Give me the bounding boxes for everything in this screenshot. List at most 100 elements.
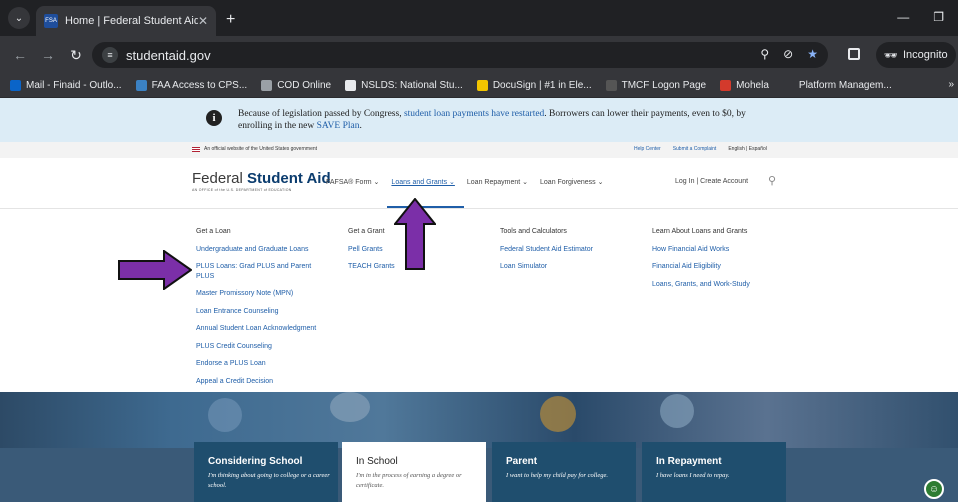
bookmark-item[interactable]: FAA Access to CPS...: [135, 80, 247, 91]
menu-link[interactable]: How Financial Aid Works: [652, 241, 792, 259]
annotation-arrow-up: [394, 198, 436, 270]
nav-loan-repayment[interactable]: Loan Repayment ⌄: [467, 178, 528, 186]
bookmarks-bar: Mail - Finaid - Outlo... FAA Access to C…: [0, 74, 958, 98]
card-subtitle: I'm thinking about going to college or a…: [208, 472, 330, 489]
nav-fafsa-form[interactable]: FAFSA® Form ⌄: [326, 178, 379, 186]
side-panel-icon[interactable]: [848, 48, 860, 60]
bookmark-favicon-icon: [261, 80, 273, 91]
eye-off-icon[interactable]: ⊘: [783, 47, 793, 61]
column-heading: Get a Loan: [196, 228, 231, 235]
menu-link[interactable]: Financial Aid Eligibility: [652, 258, 792, 276]
menu-link[interactable]: Loan Simulator: [500, 258, 630, 276]
in-repayment-card[interactable]: In Repayment I have loans I need to repa…: [642, 442, 786, 502]
menu-link[interactable]: Endorse a PLUS Loan: [196, 355, 326, 373]
forward-icon[interactable]: →: [34, 47, 62, 63]
browser-toolbar: ← → ↻ ≡ studentaid.gov ⚲ ⊘ ★ 🕶 Incognito: [0, 36, 958, 74]
column-heading: Tools and Calculators: [500, 228, 567, 235]
browser-tab[interactable]: FSA Home | Federal Student Aid ✕: [36, 6, 216, 36]
submit-complaint-link[interactable]: Submit a Complaint: [673, 146, 717, 152]
menu-link[interactable]: Federal Student Aid Estimator: [500, 241, 630, 259]
us-flag-icon: [192, 147, 200, 152]
fsa-favicon-icon: FSA: [44, 14, 58, 28]
language-toggle[interactable]: English | Español: [728, 146, 767, 152]
minimize-icon[interactable]: —: [897, 10, 909, 24]
bookmark-item[interactable]: Mail - Finaid - Outlo...: [10, 80, 122, 91]
fsa-logo[interactable]: Federal Student Aid: [192, 170, 331, 187]
bookmark-star-icon[interactable]: ★: [807, 47, 818, 61]
search-icon[interactable]: ⚲: [768, 174, 776, 187]
incognito-label: Incognito: [902, 49, 948, 61]
web-page: i Because of legislation passed by Congr…: [0, 98, 958, 502]
bookmark-favicon-icon: [476, 80, 488, 91]
screen: ⌄ FSA Home | Federal Student Aid ✕ + — ❐…: [0, 0, 958, 502]
official-gov-strip: An official website of the United States…: [0, 142, 958, 158]
card-title: Parent: [506, 456, 538, 467]
bookmark-favicon-icon: [720, 80, 732, 91]
menu-link[interactable]: Loans, Grants, and Work-Study: [652, 276, 792, 294]
address-bar[interactable]: ≡ studentaid.gov ⚲ ⊘ ★: [92, 42, 828, 68]
bookmark-item[interactable]: DocuSign | #1 in Ele...: [476, 80, 592, 91]
main-nav: FAFSA® Form ⌄ Loans and Grants ⌄ Loan Re…: [326, 178, 603, 186]
save-plan-link[interactable]: SAVE Plan: [317, 121, 360, 131]
plus-loans-link[interactable]: PLUS Loans: Grad PLUS and Parent PLUS: [196, 262, 326, 282]
get-a-loan-column: Get a Loan Undergraduate and Graduate Lo…: [196, 223, 326, 390]
help-center-link[interactable]: Help Center: [634, 146, 661, 152]
back-icon[interactable]: ←: [6, 47, 34, 63]
utility-links: Help Center Submit a Complaint English |…: [634, 146, 767, 152]
bookmark-item[interactable]: Platform Managem...: [782, 80, 892, 91]
menu-link[interactable]: Undergraduate and Graduate Loans: [196, 241, 326, 259]
window-controls: — ❐: [897, 10, 944, 24]
official-website-text[interactable]: An official website of the United States…: [204, 146, 317, 152]
incognito-icon: 🕶: [884, 49, 898, 62]
restore-icon[interactable]: ❐: [933, 10, 944, 24]
bookmark-favicon-icon: [135, 80, 147, 91]
annotation-arrow-right: [118, 250, 192, 290]
menu-link[interactable]: PLUS Credit Counseling: [196, 338, 326, 356]
bookmark-item[interactable]: TMCF Logon Page: [605, 80, 706, 91]
nav-loans-and-grants[interactable]: Loans and Grants ⌄: [391, 178, 454, 186]
url-text: studentaid.gov: [126, 47, 211, 63]
menu-link[interactable]: Appeal a Credit Decision: [196, 373, 326, 391]
browser-tab-strip: ⌄ FSA Home | Federal Student Aid ✕ + — ❐: [0, 0, 958, 36]
card-subtitle: I'm in the process of earning a degree o…: [356, 472, 462, 489]
menu-link[interactable]: Master Promissory Note (MPN): [196, 285, 326, 303]
card-subtitle: I want to help my child pay for college.: [506, 472, 608, 479]
card-title: In Repayment: [656, 456, 722, 467]
learn-about-column: Learn About Loans and Grants How Financi…: [652, 223, 792, 293]
bookmark-item[interactable]: Mohela: [720, 80, 769, 91]
more-bookmarks-icon[interactable]: »: [948, 79, 954, 90]
chatbot-icon[interactable]: ☺: [924, 479, 944, 499]
info-circle-icon: i: [206, 110, 222, 126]
in-school-card[interactable]: In School I'm in the process of earning …: [342, 442, 486, 502]
menu-link[interactable]: Annual Student Loan Acknowledgment: [196, 320, 326, 338]
column-heading: Learn About Loans and Grants: [652, 228, 748, 235]
close-tab-icon[interactable]: ✕: [198, 14, 208, 28]
login-create-account[interactable]: Log In | Create Account: [675, 178, 748, 185]
bookmark-favicon-icon: [782, 80, 794, 91]
bookmark-favicon-icon: [605, 80, 617, 91]
card-title: In School: [356, 456, 398, 467]
tools-calculators-column: Tools and Calculators Federal Student Ai…: [500, 223, 630, 276]
parent-card[interactable]: Parent I want to help my child pay for c…: [492, 442, 636, 502]
loans-grants-dropdown: Get a Loan Undergraduate and Graduate Lo…: [0, 208, 958, 392]
nav-loan-forgiveness[interactable]: Loan Forgiveness ⌄: [540, 178, 603, 186]
loan-payments-restarted-link[interactable]: student loan payments have restarted: [404, 109, 544, 119]
omnibox-actions: ⚲ ⊘ ★: [760, 47, 818, 61]
zoom-icon[interactable]: ⚲: [760, 47, 769, 61]
site-settings-icon[interactable]: ≡: [102, 47, 118, 63]
menu-link[interactable]: Loan Entrance Counseling: [196, 303, 326, 321]
logo-subtitle: AN OFFICE of the U.S. DEPARTMENT of EDUC…: [192, 188, 292, 192]
site-header: Federal Student Aid AN OFFICE of the U.S…: [0, 158, 958, 208]
bookmark-item[interactable]: NSLDS: National Stu...: [345, 80, 463, 91]
considering-school-card[interactable]: Considering School I'm thinking about go…: [194, 442, 338, 502]
reload-icon[interactable]: ↻: [62, 47, 90, 64]
tab-search-icon[interactable]: ⌄: [8, 7, 30, 29]
hero-illustration: [0, 392, 958, 448]
bookmark-item[interactable]: COD Online: [261, 80, 331, 91]
bookmark-favicon-icon: [345, 80, 357, 91]
alert-banner-text: Because of legislation passed by Congres…: [238, 109, 746, 131]
hero-section: Considering School I'm thinking about go…: [0, 392, 958, 502]
incognito-indicator[interactable]: 🕶 Incognito: [876, 42, 956, 68]
tab-title: Home | Federal Student Aid: [65, 15, 198, 27]
new-tab-icon[interactable]: +: [226, 11, 235, 29]
